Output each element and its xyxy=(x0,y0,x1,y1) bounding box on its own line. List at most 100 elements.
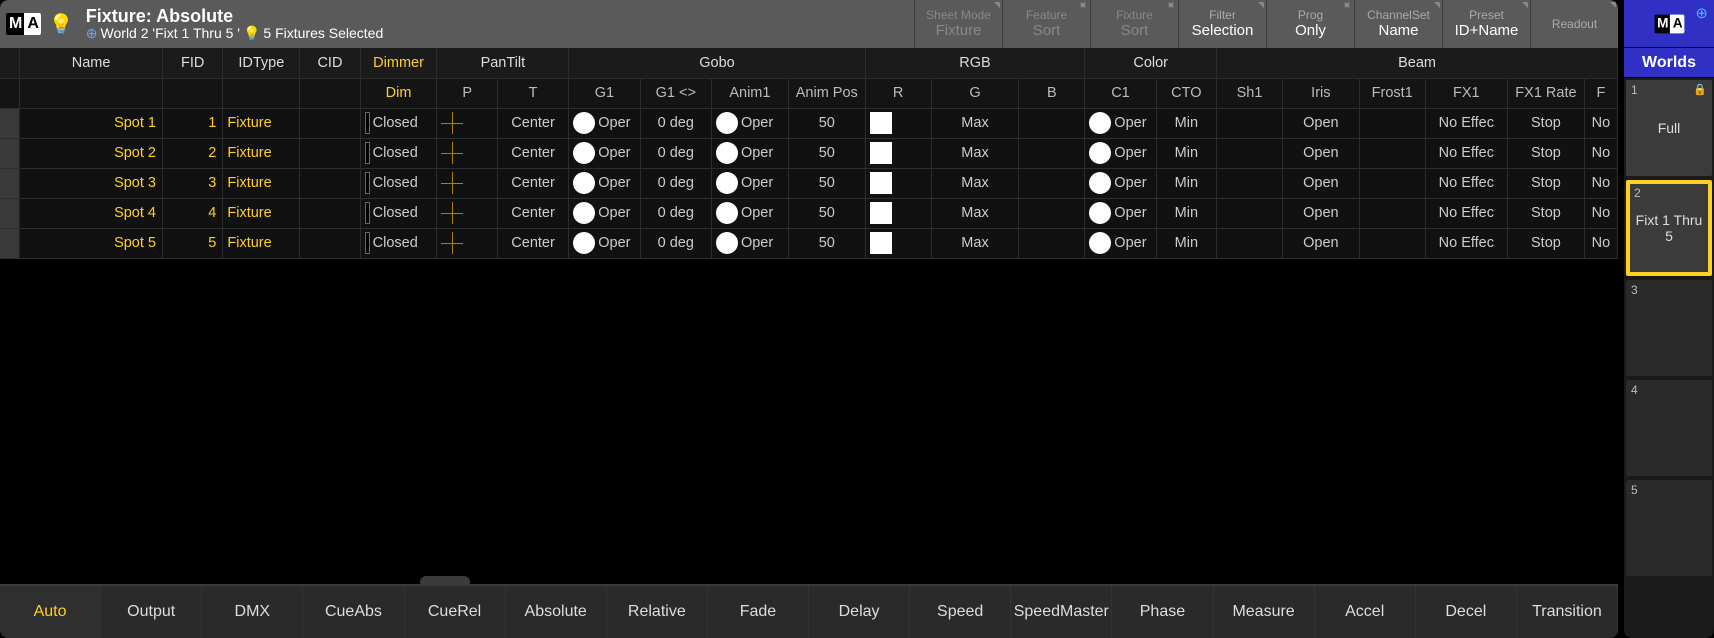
pool-number: 1 xyxy=(1631,83,1638,97)
sub-header-fx1[interactable]: FX1 xyxy=(1425,78,1507,108)
dropdown-indicator-icon xyxy=(1522,2,1528,8)
pool-number: 4 xyxy=(1631,383,1638,397)
row-handle[interactable] xyxy=(0,168,20,198)
sub-header-g1-[interactable]: G1 <> xyxy=(640,78,711,108)
row-handle[interactable] xyxy=(0,198,20,228)
fixture-row[interactable]: Spot 55FixtureClosedCenterOper0 degOper5… xyxy=(0,228,1618,258)
layer-tab-phase[interactable]: Phase xyxy=(1112,586,1213,638)
layer-tab-speedmaster[interactable]: SpeedMaster xyxy=(1011,586,1112,638)
sub-header-p[interactable]: P xyxy=(437,78,497,108)
sub-header-frost1[interactable]: Frost1 xyxy=(1359,78,1425,108)
shutter-icon xyxy=(365,142,370,164)
sub-header-cto[interactable]: CTO xyxy=(1156,78,1216,108)
world-pool-item[interactable]: 3 xyxy=(1626,280,1712,376)
header-tab-sort[interactable]: FeatureSort xyxy=(1002,0,1090,48)
sub-header-blank[interactable] xyxy=(223,78,300,108)
logo-area[interactable]: MA 💡 xyxy=(0,0,80,48)
sub-header-r[interactable]: R xyxy=(865,78,931,108)
color-swatch-icon xyxy=(870,112,892,134)
header-tab-only[interactable]: ProgOnly xyxy=(1266,0,1354,48)
world-pool-item[interactable]: 5 xyxy=(1626,480,1712,576)
group-header-idtype[interactable]: IDType xyxy=(223,48,300,78)
header-tab-fixture[interactable]: Sheet ModeFixture xyxy=(914,0,1002,48)
world-pool-item[interactable]: 4 xyxy=(1626,380,1712,476)
sub-header-c1[interactable]: C1 xyxy=(1085,78,1156,108)
group-header-dimmer[interactable]: Dimmer xyxy=(360,48,437,78)
worlds-header[interactable]: MA ⊕ xyxy=(1624,0,1714,48)
fixture-row[interactable]: Spot 11FixtureClosedCenterOper0 degOper5… xyxy=(0,108,1618,138)
sub-header-blank[interactable] xyxy=(162,78,222,108)
group-header-pantilt[interactable]: PanTilt xyxy=(437,48,569,78)
layer-tab-cueabs[interactable]: CueAbs xyxy=(303,586,404,638)
sub-header-t[interactable]: T xyxy=(497,78,568,108)
globe-icon: ⊕ xyxy=(1695,4,1708,22)
layer-tab-accel[interactable]: Accel xyxy=(1315,586,1416,638)
sub-header-g1[interactable]: G1 xyxy=(569,78,640,108)
row-handle[interactable] xyxy=(0,228,20,258)
window-title: Fixture: Absolute xyxy=(86,7,383,25)
sub-header-dim[interactable]: Dim xyxy=(360,78,437,108)
layer-tab-output[interactable]: Output xyxy=(101,586,202,638)
sub-header-blank[interactable] xyxy=(300,78,360,108)
layer-tab-speed[interactable]: Speed xyxy=(910,586,1011,638)
pantilt-icon xyxy=(441,112,463,134)
header-tab-id-name[interactable]: PresetID+Name xyxy=(1442,0,1530,48)
row-handle[interactable] xyxy=(0,108,20,138)
layer-tab-auto[interactable]: Auto xyxy=(0,586,101,638)
layer-tab-transition[interactable]: Transition xyxy=(1517,586,1618,638)
sub-header-f[interactable]: F xyxy=(1584,78,1617,108)
bulb-small-icon: 💡 xyxy=(243,25,260,42)
group-header-beam[interactable]: Beam xyxy=(1217,48,1618,78)
fixture-row[interactable]: Spot 33FixtureClosedCenterOper0 degOper5… xyxy=(0,168,1618,198)
dropdown-indicator-icon xyxy=(1434,2,1440,8)
gobo-swatch-icon xyxy=(573,172,595,194)
layer-tab-decel[interactable]: Decel xyxy=(1416,586,1517,638)
world-pool-item[interactable]: 2Fixt 1 Thru 5 xyxy=(1626,180,1712,276)
header-tab-selection[interactable]: FilterSelection xyxy=(1178,0,1266,48)
dropdown-indicator-icon xyxy=(1258,2,1264,8)
globe-icon: ⊕ xyxy=(86,25,98,42)
group-header-name[interactable]: Name xyxy=(20,48,163,78)
dropdown-indicator-icon xyxy=(1610,2,1616,8)
layer-tab-cuerel[interactable]: CueRel xyxy=(405,586,506,638)
sub-header-blank[interactable] xyxy=(20,78,163,108)
dropdown-indicator-icon xyxy=(994,2,1000,8)
group-header-color[interactable]: Color xyxy=(1085,48,1217,78)
window-subtitle: ⊕ World 2 'Fixt 1 Thru 5 ' 💡 5 Fixtures … xyxy=(86,25,383,42)
header-tab--natural-[interactable]: Readout xyxy=(1530,0,1618,48)
ma-logo-icon: MA xyxy=(6,13,41,35)
gobo-swatch-icon xyxy=(716,112,738,134)
layer-tab-delay[interactable]: Delay xyxy=(809,586,910,638)
sub-header-b[interactable]: B xyxy=(1019,78,1085,108)
layer-tab-measure[interactable]: Measure xyxy=(1214,586,1315,638)
sub-header-g[interactable]: G xyxy=(931,78,1019,108)
header-tab-sort[interactable]: FixtureSort xyxy=(1090,0,1178,48)
group-header-cid[interactable]: CID xyxy=(300,48,360,78)
fixture-row[interactable]: Spot 44FixtureClosedCenterOper0 degOper5… xyxy=(0,198,1618,228)
layer-tab-absolute[interactable]: Absolute xyxy=(506,586,607,638)
group-header-fid[interactable]: FID xyxy=(162,48,222,78)
color-wheel-icon xyxy=(1089,142,1111,164)
layer-tab-dmx[interactable]: DMX xyxy=(202,586,303,638)
group-header-gobo[interactable]: Gobo xyxy=(569,48,865,78)
layer-tab-relative[interactable]: Relative xyxy=(607,586,708,638)
toggle-indicator-icon xyxy=(1344,2,1350,8)
sub-header-fx1-rate[interactable]: FX1 Rate xyxy=(1508,78,1585,108)
layer-tab-fade[interactable]: Fade xyxy=(708,586,809,638)
sub-header-anim1[interactable]: Anim1 xyxy=(711,78,788,108)
gobo-swatch-icon xyxy=(716,142,738,164)
row-handle[interactable] xyxy=(0,138,20,168)
fixture-row[interactable]: Spot 22FixtureClosedCenterOper0 degOper5… xyxy=(0,138,1618,168)
group-header-rgb[interactable]: RGB xyxy=(865,48,1085,78)
world-name: World 2 'Fixt 1 Thru 5 ' xyxy=(101,25,240,41)
sub-header-sh1[interactable]: Sh1 xyxy=(1217,78,1283,108)
gobo-swatch-icon xyxy=(573,232,595,254)
lock-icon: 🔒 xyxy=(1693,83,1707,96)
sub-header-iris[interactable]: Iris xyxy=(1282,78,1359,108)
world-pool-item[interactable]: 1🔒Full xyxy=(1626,80,1712,176)
worlds-panel: MA ⊕ Worlds 1🔒Full2Fixt 1 Thru 5345 xyxy=(1624,0,1714,638)
header-tab-name[interactable]: ChannelSetName xyxy=(1354,0,1442,48)
sub-header-anim-pos[interactable]: Anim Pos xyxy=(788,78,865,108)
fixture-sheet-table[interactable]: NameFIDIDTypeCIDDimmerPanTiltGoboRGBColo… xyxy=(0,48,1618,259)
pantilt-icon xyxy=(441,202,463,224)
